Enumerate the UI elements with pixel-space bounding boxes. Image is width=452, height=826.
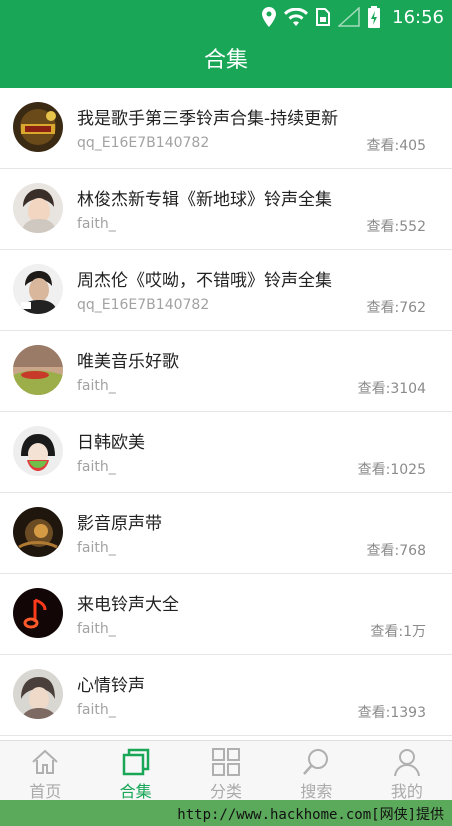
wifi-icon [284, 8, 309, 26]
avatar [13, 345, 63, 395]
list-item[interactable]: 心情铃声 faith_ 查看:1393 [0, 655, 452, 736]
tab-label: 首页 [29, 782, 62, 801]
item-user: faith_ [77, 702, 116, 718]
item-views: 查看:405 [366, 138, 426, 154]
item-views: 查看:552 [366, 219, 426, 235]
avatar [13, 264, 63, 314]
list-item[interactable]: 日韩欧美 faith_ 查看:1025 [0, 412, 452, 493]
item-user: faith_ [77, 621, 116, 637]
list-item[interactable]: 来电铃声大全 faith_ 查看:1万 [0, 574, 452, 655]
user-icon [393, 749, 420, 777]
search-icon [303, 749, 329, 775]
item-views: 查看:1万 [370, 624, 426, 640]
page-title: 合集 [203, 48, 248, 73]
status-icons: 16:56 [262, 0, 444, 34]
item-title: 周杰伦《哎呦，不错哦》铃声全集 [77, 271, 332, 291]
signal-icon [338, 7, 360, 27]
title-bar: 合集 [0, 34, 452, 88]
tab-search[interactable]: 搜索 [271, 741, 361, 801]
item-user: faith_ [77, 540, 116, 556]
status-bar: 16:56 [0, 0, 452, 34]
list-item[interactable]: 周杰伦《哎呦，不错哦》铃声全集 qq_E16E7B140782 查看:762 [0, 250, 452, 331]
item-title: 心情铃声 [77, 676, 145, 696]
item-title: 唯美音乐好歌 [77, 352, 179, 372]
item-title: 我是歌手第三季铃声合集-持续更新 [77, 109, 339, 129]
tab-category[interactable]: 分类 [181, 741, 271, 801]
list-item[interactable]: 影音原声带 faith_ 查看:768 [0, 493, 452, 574]
item-user: faith_ [77, 459, 116, 475]
item-user: qq_E16E7B140782 [77, 135, 210, 151]
footer-watermark: http://www.hackhome.com[网侠]提供 [177, 807, 444, 823]
item-views: 查看:3104 [357, 381, 426, 397]
avatar [13, 183, 63, 233]
tab-label: 搜索 [300, 782, 333, 801]
location-icon [262, 7, 277, 27]
item-user: faith_ [77, 378, 116, 394]
grid-icon [212, 748, 241, 776]
tab-mine[interactable]: 我的 [362, 741, 452, 801]
battery-icon [368, 6, 381, 28]
tab-collection[interactable]: 合集 [90, 741, 180, 801]
footer-bar: http://www.hackhome.com[网侠]提供 [0, 800, 452, 826]
item-title: 日韩欧美 [77, 433, 145, 453]
avatar [13, 426, 63, 476]
collection-icon [122, 748, 149, 776]
avatar [13, 102, 63, 152]
sim-icon [316, 8, 331, 26]
item-views: 查看:1025 [357, 462, 426, 478]
item-user: qq_E16E7B140782 [77, 297, 210, 313]
tab-home[interactable]: 首页 [0, 741, 90, 801]
item-views: 查看:768 [366, 543, 426, 559]
item-title: 影音原声带 [77, 514, 162, 534]
avatar [13, 669, 63, 719]
list-item[interactable]: 唯美音乐好歌 faith_ 查看:3104 [0, 331, 452, 412]
item-title: 来电铃声大全 [77, 595, 179, 615]
tab-label: 合集 [119, 782, 152, 801]
tab-label: 分类 [210, 782, 243, 801]
home-icon [32, 749, 58, 774]
item-title: 林俊杰新专辑《新地球》铃声全集 [77, 190, 332, 210]
bottom-tab-bar: 首页 合集 分类 搜索 我的 [0, 740, 452, 801]
item-user: faith_ [77, 216, 116, 232]
item-views: 查看:1393 [357, 705, 426, 721]
avatar [13, 507, 63, 557]
item-views: 查看:762 [366, 300, 426, 316]
tab-label: 我的 [390, 782, 423, 801]
avatar [13, 588, 63, 638]
status-time: 16:56 [392, 6, 444, 28]
list-item[interactable]: 林俊杰新专辑《新地球》铃声全集 faith_ 查看:552 [0, 169, 452, 250]
collection-list: 我是歌手第三季铃声合集-持续更新 qq_E16E7B140782 查看:405 … [0, 88, 452, 736]
list-item[interactable]: 我是歌手第三季铃声合集-持续更新 qq_E16E7B140782 查看:405 [0, 88, 452, 169]
